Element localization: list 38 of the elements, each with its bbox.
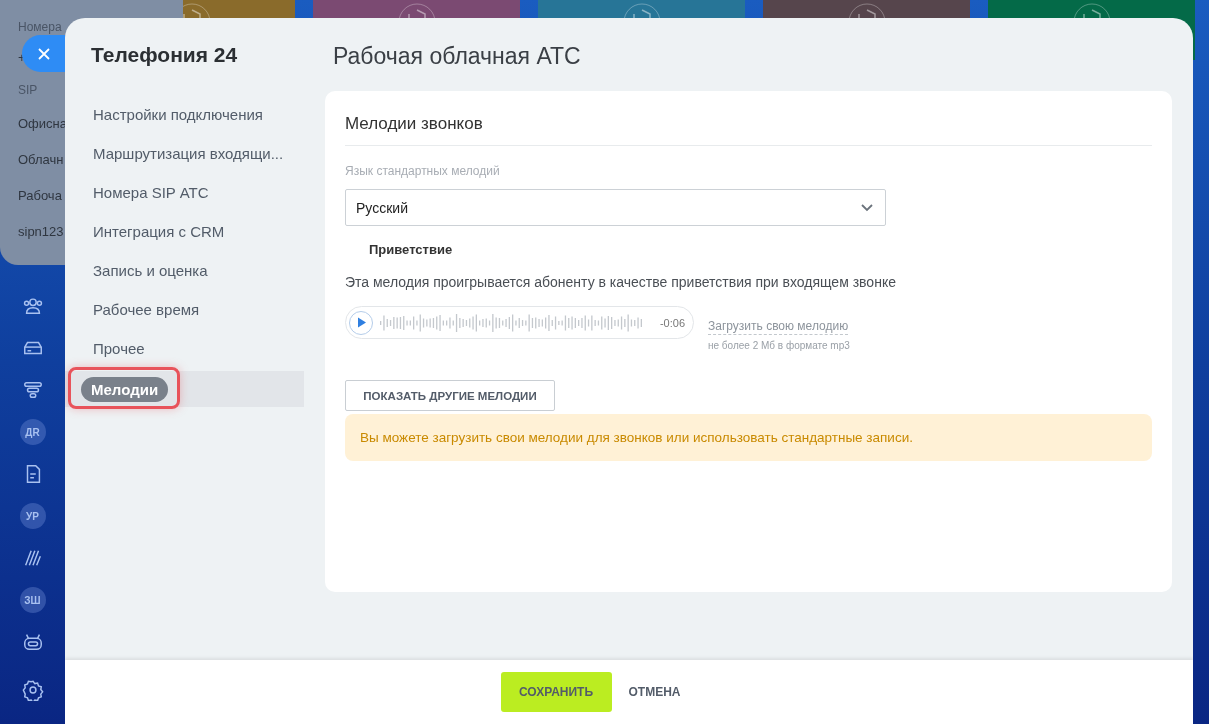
close-icon bbox=[37, 47, 50, 60]
user-avatar[interactable]: ДR bbox=[19, 419, 46, 445]
field-label: Язык стандартных мелодий bbox=[345, 164, 501, 180]
settings-icon[interactable] bbox=[21, 679, 44, 701]
info-notice: Вы можете загрузить свои мелодии для звонков или использовать стандартные записи. bbox=[345, 414, 1152, 461]
play-icon bbox=[356, 317, 366, 328]
upload-note: не более 2 Мб в формате mp3 bbox=[708, 340, 850, 351]
nav-item[interactable]: Маршрутизация входящи... bbox=[65, 134, 304, 173]
show-more-button[interactable]: ПОКАЗАТЬ ДРУГИЕ МЕЛОДИИ bbox=[345, 380, 555, 411]
menu-item[interactable]: Рабоча bbox=[18, 178, 62, 214]
chevron-down-icon bbox=[861, 203, 873, 212]
user-avatar[interactable]: ЗШ bbox=[19, 587, 46, 613]
cancel-button[interactable]: ОТМЕНА bbox=[611, 672, 698, 712]
section-heading: Номера bbox=[18, 20, 62, 36]
melody-name: Приветствие bbox=[369, 242, 454, 258]
user-avatar[interactable]: УР bbox=[19, 503, 46, 529]
save-button[interactable]: СОХРАНИТЬ bbox=[500, 672, 612, 712]
nav-item[interactable]: Интеграция с CRM bbox=[65, 212, 304, 251]
nav-item[interactable]: Рабочее время bbox=[65, 290, 304, 329]
nav-item[interactable]: Прочее bbox=[65, 329, 304, 368]
nav-item[interactable]: Номера SIP АТС bbox=[65, 173, 304, 212]
menu-item[interactable]: Облачн bbox=[18, 142, 64, 178]
app-title: Телефония 24 bbox=[90, 42, 239, 68]
card-title: Мелодии звонков bbox=[345, 91, 1152, 146]
melody-description: Эта мелодия проигрывается абоненту в качестве приветствия при входящем звонке bbox=[345, 274, 897, 292]
language-dropdown[interactable]: Русский bbox=[345, 189, 886, 226]
menu-item[interactable]: sipn123 bbox=[18, 214, 64, 250]
nav-item[interactable]: Настройки подключения bbox=[65, 95, 304, 134]
nav-item[interactable]: Запись и оценка bbox=[65, 251, 304, 290]
play-button[interactable] bbox=[349, 310, 373, 335]
close-button[interactable] bbox=[22, 35, 65, 72]
section-heading: SIP bbox=[18, 82, 38, 99]
page-title: Рабочая облачная АТС bbox=[333, 42, 581, 71]
time-remaining: -0:06 bbox=[659, 316, 685, 329]
nav-item-label: Мелодии bbox=[81, 376, 169, 402]
filter-icon[interactable] bbox=[21, 379, 44, 401]
upload-link[interactable]: Загрузить свою мелодию bbox=[708, 319, 849, 335]
users-icon[interactable] bbox=[21, 295, 44, 317]
